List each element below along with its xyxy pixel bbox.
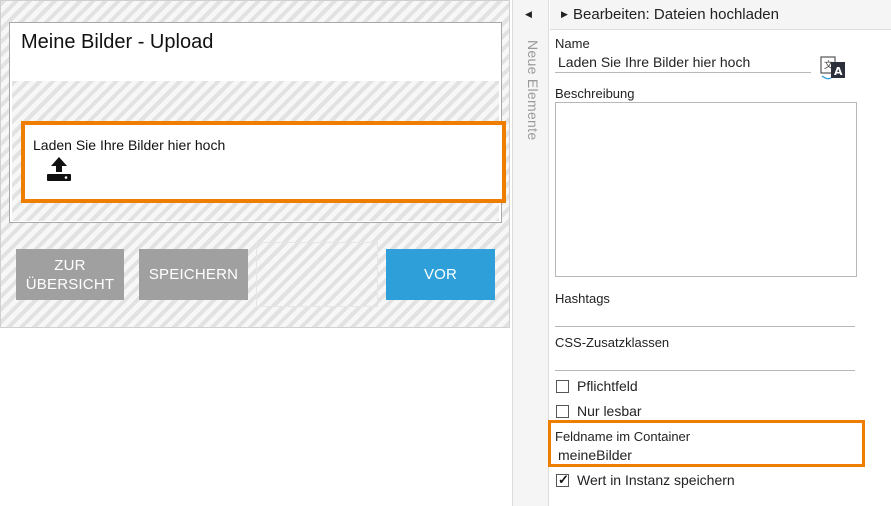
translate-icon[interactable]: 文 A	[819, 53, 847, 81]
name-input-underline	[555, 72, 811, 73]
new-elements-label: Neue Elemente	[525, 40, 541, 141]
css-classes-input[interactable]	[555, 370, 855, 371]
description-label: Beschreibung	[555, 86, 635, 101]
overview-button[interactable]: ZUR ÜBERSICHT	[16, 249, 124, 300]
save-instance-label: Wert in Instanz speichern	[577, 472, 735, 488]
page-title: Meine Bilder - Upload	[21, 31, 214, 53]
name-input[interactable]: Laden Sie Ihre Bilder hier hoch	[558, 54, 750, 70]
overview-button-line2: ÜBERSICHT	[25, 275, 115, 293]
properties-title: Bearbeiten: Dateien hochladen	[573, 6, 779, 23]
save-instance-checkbox[interactable]	[556, 472, 569, 488]
fieldname-label: Feldname im Container	[555, 429, 691, 444]
required-label: Pflichtfeld	[577, 378, 638, 394]
description-textarea[interactable]	[555, 102, 857, 277]
hashtags-input[interactable]	[555, 326, 855, 327]
chevron-left-icon[interactable]: ◀	[525, 9, 532, 20]
css-classes-label: CSS-Zusatzklassen	[555, 335, 670, 350]
upload-label: Laden Sie Ihre Bilder hier hoch	[33, 137, 226, 153]
hashtags-label: Hashtags	[555, 291, 610, 306]
upload-icon[interactable]	[45, 155, 73, 183]
new-elements-tab[interactable]: ◀ Neue Elemente	[512, 0, 549, 506]
readonly-label: Nur lesbar	[577, 403, 642, 419]
properties-header[interactable]: ▶ Bearbeiten: Dateien hochladen	[550, 0, 891, 30]
form-container[interactable]: Meine Bilder - Upload Laden Sie Ihre Bil…	[9, 22, 506, 223]
file-upload-element[interactable]: Laden Sie Ihre Bilder hier hoch	[21, 121, 506, 203]
fieldname-input[interactable]: meineBilder	[558, 447, 632, 463]
save-button[interactable]: SPEICHERN	[139, 249, 248, 300]
form-canvas: Meine Bilder - Upload Laden Sie Ihre Bil…	[0, 0, 510, 328]
svg-text:A: A	[834, 65, 843, 78]
next-button[interactable]: VOR	[386, 249, 495, 300]
chevron-right-icon[interactable]: ▶	[561, 9, 568, 20]
readonly-checkbox[interactable]	[556, 405, 569, 418]
name-label: Name	[555, 36, 590, 51]
empty-button-slot	[256, 242, 378, 307]
overview-button-line1: ZUR	[54, 256, 86, 274]
required-checkbox[interactable]	[556, 380, 569, 393]
